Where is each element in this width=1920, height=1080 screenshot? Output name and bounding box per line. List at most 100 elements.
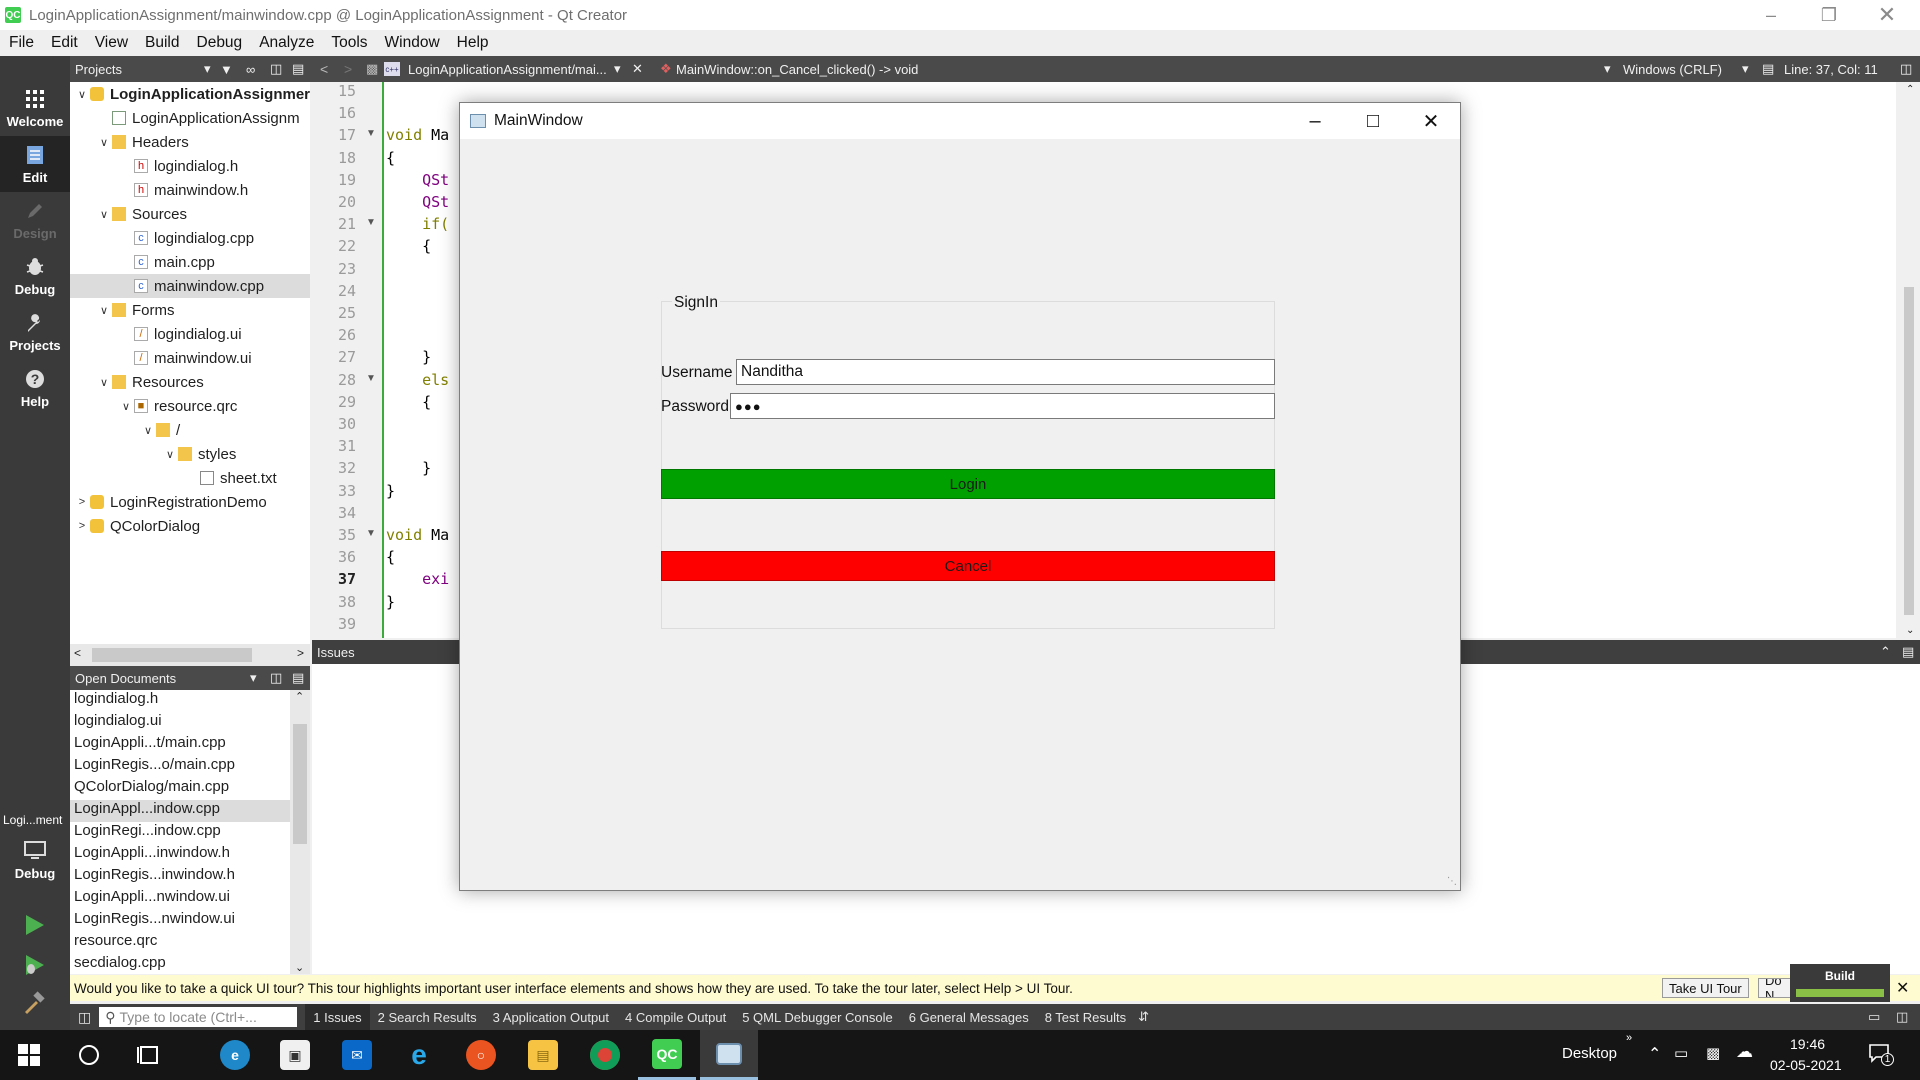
open-document-item[interactable]: LoginRegis...nwindow.ui [74, 910, 235, 932]
clock-date[interactable]: 02-05-2021 [1770, 1057, 1842, 1073]
run-icon[interactable] [22, 913, 46, 941]
mail-icon[interactable]: ✉ [328, 1030, 386, 1080]
tree-item[interactable]: ∨ Headers [70, 130, 310, 154]
tree-item[interactable]: h mainwindow.h [70, 178, 310, 202]
hammer-build-icon[interactable] [22, 991, 46, 1019]
password-input[interactable]: ●●● [730, 393, 1275, 419]
device-icon[interactable]: ▩ [1706, 1044, 1720, 1062]
fold-marker-icon[interactable]: ▼ [366, 528, 376, 539]
menu-debug[interactable]: Debug [188, 34, 251, 52]
locator-input[interactable]: ⚲ Type to locate (Ctrl+... [99, 1007, 298, 1027]
tree-item[interactable]: h logindialog.h [70, 154, 310, 178]
minimize-icon[interactable]: – [1742, 0, 1800, 30]
fold-marker-icon[interactable]: ▼ [366, 128, 376, 139]
output-tab-general-messages[interactable]: 6 General Messages [901, 1004, 1037, 1030]
output-tab-application-output[interactable]: 3 Application Output [485, 1004, 617, 1030]
fold-marker-icon[interactable]: ▼ [366, 373, 376, 384]
build-progress[interactable]: Build [1790, 964, 1890, 1002]
output-tab-test-results[interactable]: 8 Test Results [1037, 1004, 1134, 1030]
menu-window[interactable]: Window [376, 34, 448, 52]
edge-browser-icon[interactable]: e [206, 1030, 264, 1080]
maximize-pane-icon[interactable]: ⌃ [1880, 644, 1891, 660]
sync-link-icon[interactable]: ∞ [246, 62, 255, 77]
menu-file[interactable]: File [0, 34, 42, 52]
menu-tools[interactable]: Tools [322, 34, 375, 52]
tree-item[interactable]: / mainwindow.ui [70, 346, 310, 370]
minimize-icon[interactable]: – [1286, 103, 1344, 139]
chevron-down-icon[interactable]: ▾ [1742, 61, 1749, 77]
kit-selector[interactable]: Debug [0, 832, 70, 888]
chevron-up-icon[interactable]: ⌃ [1648, 1044, 1661, 1064]
close-icon[interactable]: ✕ [1402, 103, 1460, 139]
menu-view[interactable]: View [86, 34, 136, 52]
tree-item[interactable]: > QColorDialog [70, 514, 310, 538]
chevron-down-icon[interactable]: ∨ [96, 208, 112, 221]
projects-view-combo[interactable]: Projects [75, 62, 122, 77]
battery-icon[interactable]: ▭ [1674, 1044, 1688, 1062]
editor-vertical-scrollbar[interactable]: ⌃ ⌄ [1898, 82, 1920, 638]
more-tabs-icon[interactable]: ⇵ [1138, 1009, 1149, 1025]
menu-help[interactable]: Help [448, 34, 497, 52]
progress-details-icon[interactable]: ▭ [1868, 1009, 1880, 1025]
chevron-down-icon[interactable]: ∨ [162, 448, 178, 461]
close-icon[interactable]: ✕ [1858, 0, 1916, 30]
split-icon[interactable]: ◫ [270, 61, 282, 77]
cancel-button[interactable]: Cancel [661, 551, 1275, 581]
tree-horizontal-scrollbar[interactable]: < > [70, 644, 310, 666]
close-pane-icon[interactable]: ▤ [292, 670, 304, 686]
clock-time[interactable]: 19:46 [1790, 1036, 1825, 1052]
open-document-item[interactable]: LoginAppli...inwindow.h [74, 844, 230, 866]
mode-debug[interactable]: Debug [0, 248, 70, 304]
resize-grip-icon[interactable]: ⋱ [1447, 876, 1457, 887]
tree-item[interactable]: ∨ Forms [70, 298, 310, 322]
open-document-item[interactable]: LoginAppl...indow.cpp [70, 800, 290, 822]
chevron-down-icon[interactable]: ▾ [1604, 61, 1611, 77]
debug-run-icon[interactable] [22, 953, 46, 981]
chevron-down-icon[interactable]: ∨ [96, 304, 112, 317]
cloud-icon[interactable]: ☁ [1736, 1042, 1753, 1062]
file-explorer-icon[interactable]: ▤ [514, 1030, 572, 1080]
chevron-right-icon[interactable]: » [1626, 1032, 1632, 1044]
open-file-combo[interactable]: LoginApplicationAssignment/mai... [408, 62, 607, 77]
windows-start-icon[interactable] [0, 1030, 58, 1080]
mode-design[interactable]: Design [0, 192, 70, 248]
toggle-sidebar-icon[interactable]: ◫ [78, 1009, 91, 1026]
chrome-icon[interactable] [576, 1030, 634, 1080]
username-input[interactable]: Nanditha [736, 359, 1275, 385]
mode-projects[interactable]: Projects [0, 304, 70, 360]
dialog-titlebar[interactable]: MainWindow – □ ✕ [460, 103, 1460, 139]
tree-item[interactable]: c logindialog.cpp [70, 226, 310, 250]
notification-icon[interactable]: 1 [1868, 1042, 1894, 1066]
chevron-down-icon[interactable]: ▾ [250, 670, 257, 686]
search-circle-icon[interactable] [60, 1030, 118, 1080]
desktop-toolbar-label[interactable]: Desktop [1562, 1045, 1617, 1062]
menu-build[interactable]: Build [136, 34, 187, 52]
forward-icon[interactable]: > [344, 61, 352, 77]
mode-help[interactable]: ? Help [0, 360, 70, 416]
mode-edit[interactable]: Edit [0, 136, 70, 192]
internet-explorer-icon[interactable]: e [390, 1030, 448, 1080]
tree-item[interactable]: ∨ ■ resource.qrc [70, 394, 310, 418]
open-document-item[interactable]: resource.qrc [74, 932, 157, 954]
mainwindow-taskbar-icon[interactable] [700, 1030, 758, 1080]
split-icon[interactable]: ◫ [270, 670, 282, 686]
open-document-item[interactable]: LoginRegis...inwindow.h [74, 866, 235, 888]
tree-item[interactable]: c mainwindow.cpp [70, 274, 310, 298]
filter-icon[interactable]: ▼ [220, 62, 233, 77]
fold-marker-icon[interactable]: ▼ [366, 217, 376, 228]
chevron-down-icon[interactable]: ▾ [204, 61, 211, 77]
open-document-item[interactable]: LoginAppli...t/main.cpp [74, 734, 226, 756]
toggle-right-sidebar-icon[interactable]: ◫ [1896, 1009, 1908, 1025]
output-tab-issues[interactable]: 1 Issues [305, 1004, 370, 1030]
open-document-item[interactable]: LoginRegi...indow.cpp [74, 822, 221, 844]
open-documents-title[interactable]: Open Documents [75, 671, 176, 686]
close-document-icon[interactable]: ✕ [632, 61, 643, 77]
chevron-down-icon[interactable]: ∨ [96, 136, 112, 149]
qt-creator-taskbar-icon[interactable]: QC [638, 1030, 696, 1080]
output-tab-qml-debugger[interactable]: 5 QML Debugger Console [734, 1004, 901, 1030]
lock-icon[interactable]: ▩ [366, 61, 378, 77]
tree-item[interactable]: / logindialog.ui [70, 322, 310, 346]
chevron-down-icon[interactable]: ∨ [118, 400, 134, 413]
cursor-position[interactable]: Line: 37, Col: 11 [1784, 62, 1878, 77]
output-tab-compile-output[interactable]: 4 Compile Output [617, 1004, 734, 1030]
